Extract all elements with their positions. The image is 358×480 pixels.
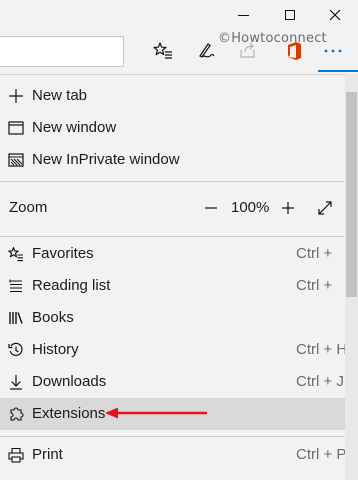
menu-item-new-tab[interactable]: New tab	[0, 80, 345, 112]
menu-item-reading-list[interactable]: Reading list Ctrl +	[0, 270, 345, 302]
settings-and-more-button[interactable]	[318, 34, 358, 72]
maximize-icon	[285, 10, 295, 20]
menu-item-label: Reading list	[32, 277, 111, 294]
print-icon	[8, 447, 24, 463]
menu-item-label: New tab	[32, 87, 88, 104]
menu-item-favorites[interactable]: Favorites Ctrl +	[0, 238, 345, 270]
menu-item-shortcut: Ctrl + J	[296, 373, 344, 390]
zoom-out-button[interactable]	[202, 197, 220, 219]
menu-item-shortcut: Ctrl + P	[296, 446, 345, 463]
zoom-in-button[interactable]	[279, 197, 297, 219]
web-note-button[interactable]	[194, 39, 218, 63]
zoom-label: Zoom	[9, 199, 48, 216]
minimize-button[interactable]	[220, 0, 266, 30]
menu-scrollbar[interactable]	[345, 74, 358, 480]
menu-item-print[interactable]: Print Ctrl + P	[0, 439, 345, 471]
menu-item-downloads[interactable]: Downloads Ctrl + J	[0, 366, 345, 398]
close-icon	[329, 9, 341, 21]
menu-item-label: Books	[32, 309, 74, 326]
browser-toolbar: ©Howtoconnect	[0, 30, 358, 74]
reading-list-icon	[8, 278, 24, 294]
title-bar	[0, 0, 358, 30]
menu-item-label: History	[32, 341, 79, 358]
menu-item-shortcut: Ctrl +	[296, 245, 333, 262]
favorites-toolbar-button[interactable]	[151, 39, 175, 63]
scrollbar-thumb[interactable]	[346, 92, 357, 297]
share-icon	[240, 42, 255, 58]
office-icon	[288, 42, 301, 60]
star-list-icon	[153, 42, 172, 59]
history-icon	[8, 342, 24, 358]
menu-item-shortcut: Ctrl +	[296, 277, 333, 294]
menu-item-new-inprivate-window[interactable]: New InPrivate window	[0, 144, 345, 176]
extensions-puzzle-icon	[8, 406, 24, 422]
plus-icon	[8, 88, 24, 104]
menu-item-books[interactable]: Books	[0, 302, 345, 334]
menu-item-shortcut: Ctrl + H	[296, 341, 345, 358]
menu-item-label: Favorites	[32, 245, 94, 262]
books-icon	[8, 310, 24, 326]
close-button[interactable]	[312, 0, 358, 30]
full-screen-icon	[318, 201, 332, 215]
full-screen-button[interactable]	[315, 197, 335, 219]
menu-divider	[0, 181, 345, 182]
menu-item-label: New window	[32, 119, 117, 136]
active-indicator	[318, 70, 358, 72]
window-icon	[8, 120, 24, 136]
annotation-arrow	[105, 407, 207, 419]
pen-icon	[199, 43, 215, 58]
favorites-star-icon	[8, 246, 24, 262]
minus-icon	[205, 207, 217, 209]
menu-item-label: Print	[32, 446, 63, 463]
menu-divider	[0, 436, 345, 437]
menu-item-label: Extensions	[32, 405, 106, 422]
plus-icon	[282, 202, 294, 214]
address-bar[interactable]	[0, 36, 124, 67]
menu-item-label: New InPrivate window	[32, 151, 180, 168]
more-icon	[324, 49, 342, 53]
minimize-icon	[237, 14, 249, 16]
menu-item-label: Downloads	[32, 373, 107, 390]
maximize-button[interactable]	[267, 0, 313, 30]
menu-item-history[interactable]: History Ctrl + H	[0, 334, 345, 366]
download-icon	[8, 374, 24, 390]
menu-item-new-window[interactable]: New window	[0, 112, 345, 144]
share-button[interactable]	[236, 39, 260, 63]
watermark-text: ©Howtoconnect	[218, 31, 327, 46]
zoom-level: 100%	[231, 199, 270, 216]
inprivate-icon	[8, 152, 24, 168]
menu-divider	[0, 236, 345, 237]
office-extension-button[interactable]	[282, 39, 306, 63]
